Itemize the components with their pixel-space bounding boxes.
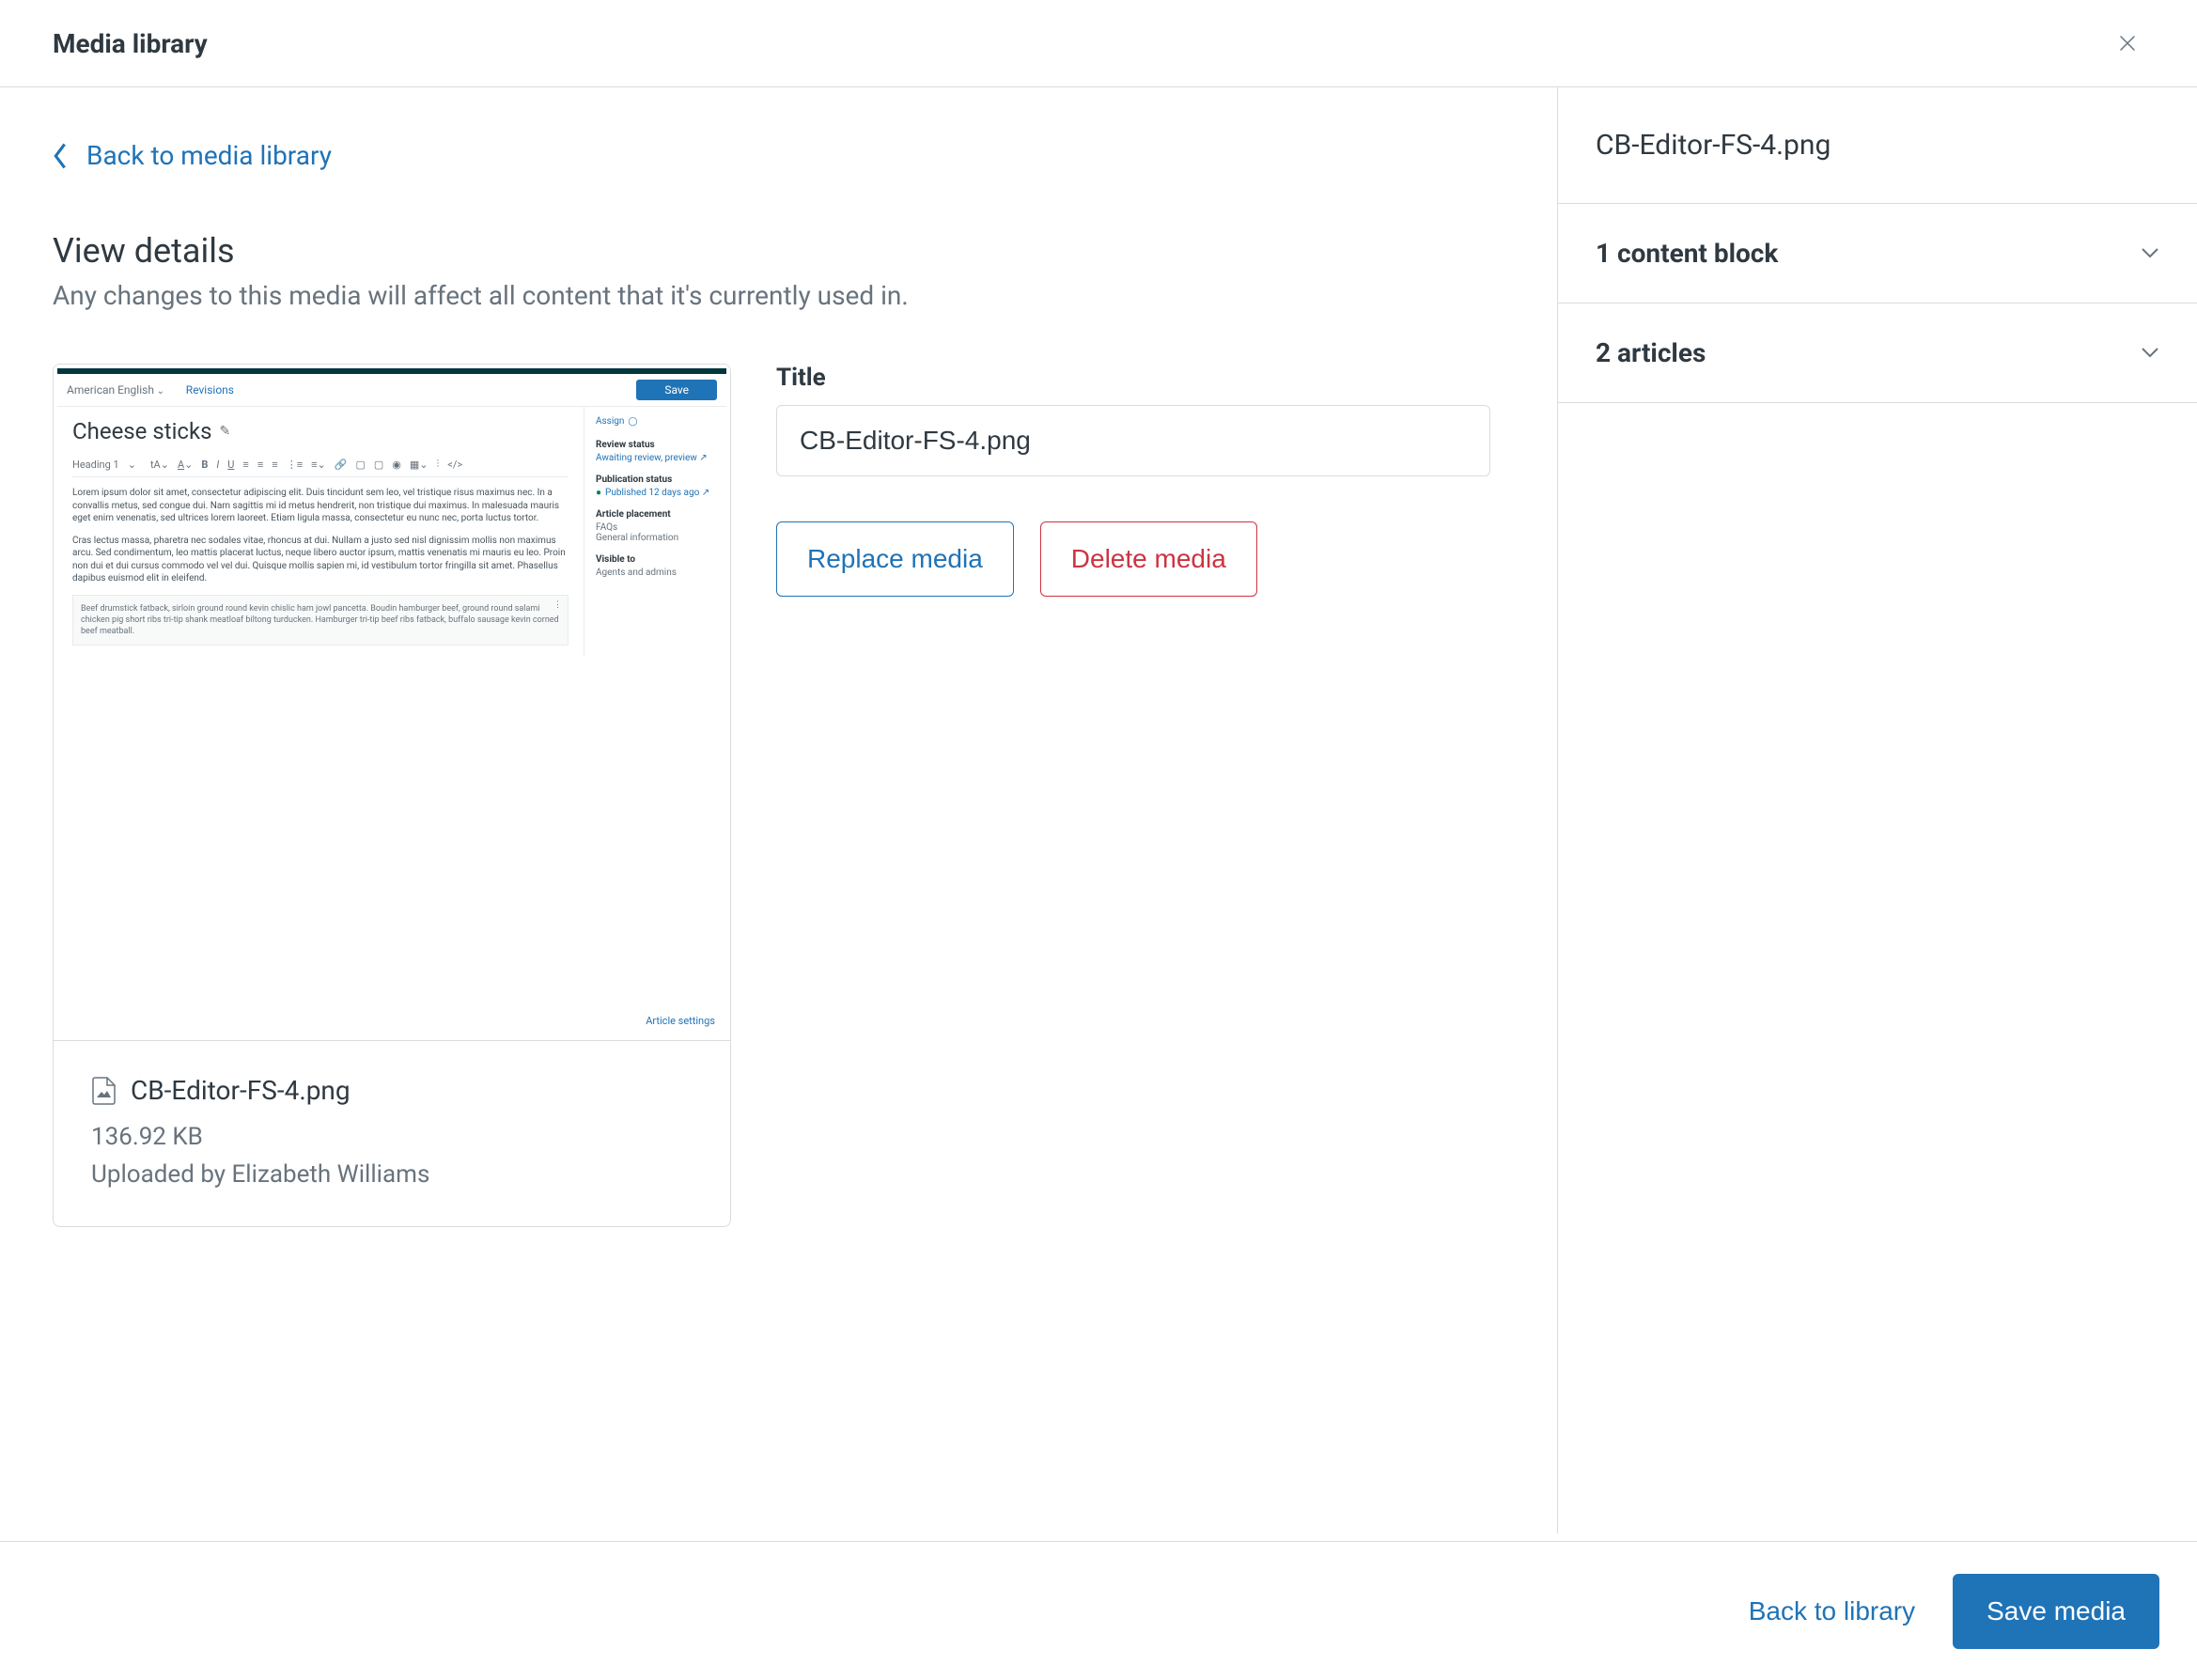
- title-input[interactable]: [776, 405, 1490, 476]
- back-link[interactable]: Back to media library: [53, 140, 332, 171]
- title-label: Title: [776, 364, 1504, 392]
- accordion-label: 1 content block: [1596, 238, 1778, 269]
- image-file-icon: [91, 1077, 116, 1105]
- preview-thumbnail: American English ⌄ Revisions Save Cheese…: [57, 368, 726, 1036]
- sidebar-filename: CB-Editor-FS-4.png: [1596, 129, 2159, 162]
- chevron-down-icon: [2141, 344, 2159, 362]
- save-media-button[interactable]: Save media: [1953, 1574, 2159, 1649]
- delete-media-button[interactable]: Delete media: [1040, 521, 1257, 597]
- accordion-content-block[interactable]: 1 content block: [1558, 204, 2197, 303]
- media-card: American English ⌄ Revisions Save Cheese…: [53, 364, 731, 1227]
- page-title: Media library: [53, 28, 208, 59]
- replace-media-button[interactable]: Replace media: [776, 521, 1014, 597]
- back-to-library-button[interactable]: Back to library: [1749, 1596, 1915, 1626]
- media-filename: CB-Editor-FS-4.png: [131, 1075, 351, 1106]
- close-button[interactable]: [2111, 26, 2144, 60]
- section-subtitle: Any changes to this media will affect al…: [53, 280, 1504, 311]
- chevron-left-icon: [53, 143, 68, 169]
- close-icon: [2116, 32, 2139, 54]
- section-title: View details: [53, 231, 1504, 271]
- back-link-label: Back to media library: [86, 140, 332, 171]
- chevron-down-icon: [2141, 244, 2159, 262]
- accordion-articles[interactable]: 2 articles: [1558, 303, 2197, 403]
- accordion-label: 2 articles: [1596, 337, 1706, 368]
- media-preview: American English ⌄ Revisions Save Cheese…: [54, 365, 730, 1041]
- media-size: 136.92 KB: [91, 1123, 693, 1151]
- media-uploader: Uploaded by Elizabeth Williams: [91, 1160, 693, 1189]
